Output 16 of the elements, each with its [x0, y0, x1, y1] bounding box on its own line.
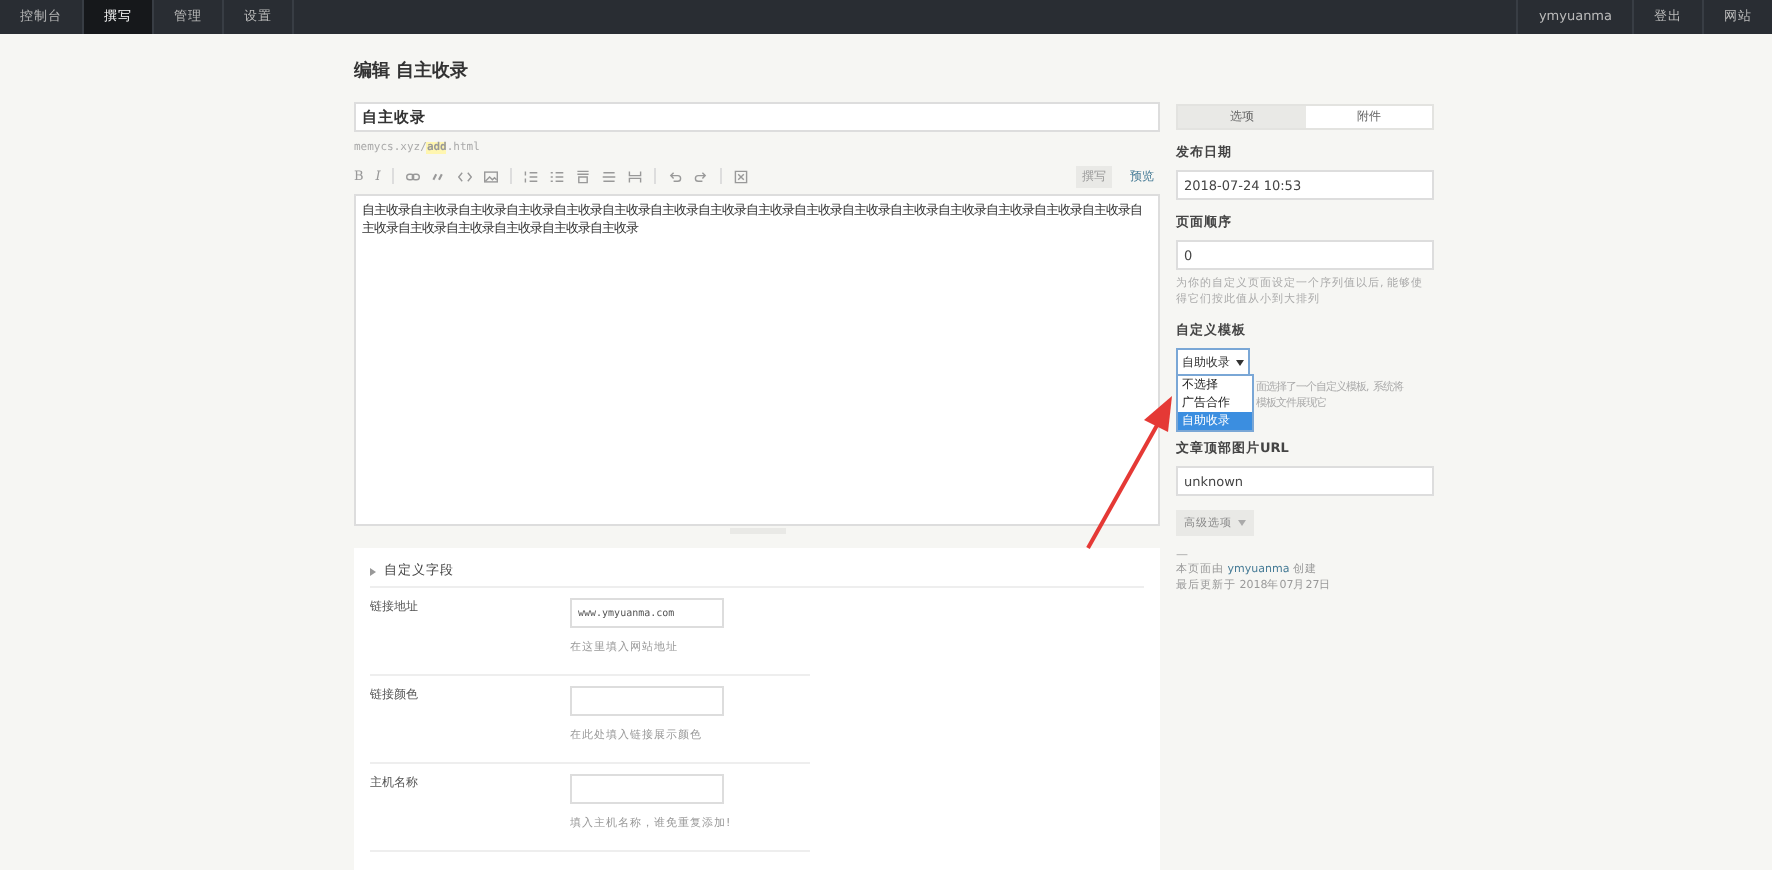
quote-icon[interactable] — [432, 169, 447, 183]
input-field[interactable] — [570, 686, 724, 716]
input-field[interactable] — [570, 774, 724, 804]
code-icon[interactable] — [458, 169, 473, 183]
ulist-icon[interactable] — [550, 169, 565, 183]
caret-icon — [1238, 520, 1246, 526]
image-icon[interactable] — [484, 169, 499, 183]
hr-icon[interactable] — [602, 169, 617, 183]
caret-icon — [1236, 360, 1244, 366]
redo-icon[interactable] — [694, 169, 709, 183]
page-title: 编辑 自主收录 — [354, 58, 471, 84]
fullscreen-icon[interactable] — [734, 169, 749, 183]
expand-arrow-icon[interactable] — [370, 567, 376, 575]
undo-icon[interactable] — [668, 169, 683, 183]
link-icon[interactable] — [406, 169, 421, 183]
olist-icon[interactable] — [524, 169, 539, 183]
